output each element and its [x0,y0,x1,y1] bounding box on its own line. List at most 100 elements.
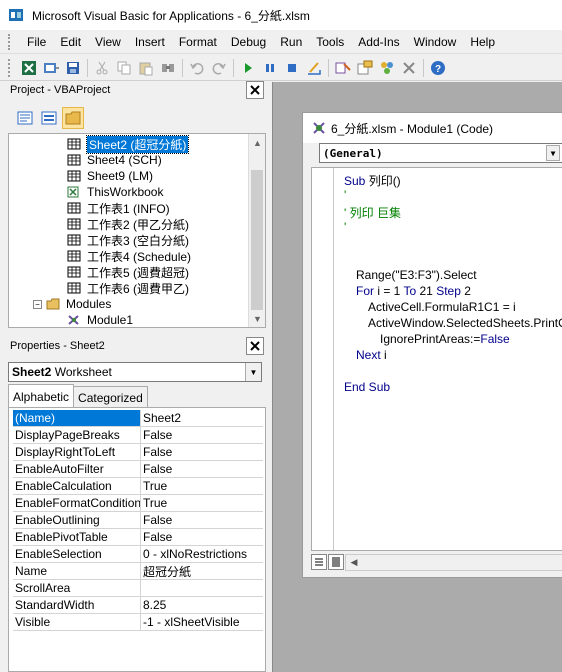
toolbox-icon[interactable] [398,57,420,79]
property-row[interactable]: EnableCalculation True [13,478,263,495]
property-value[interactable]: True [141,478,263,494]
menu-file[interactable]: File [20,35,53,49]
scroll-thumb[interactable] [251,170,263,310]
property-row[interactable]: DisplayPageBreaks False [13,427,263,444]
property-row[interactable]: EnableOutlining False [13,512,263,529]
procedure-view-button[interactable] [311,554,327,570]
property-row[interactable]: (Name) Sheet2 [13,410,263,427]
tree-item[interactable]: 工作表3 (空白分紙) [67,232,189,248]
break-icon[interactable] [259,57,281,79]
menu-edit[interactable]: Edit [53,35,88,49]
collapse-toggle-icon[interactable]: − [33,299,42,309]
property-value[interactable]: True [141,495,263,511]
redo-icon[interactable] [208,57,230,79]
tree-item[interactable]: 工作表6 (週費甲乙) [67,280,189,296]
code-line[interactable]: ActiveCell.FormulaR1C1 = i [368,300,516,314]
insert-module-icon[interactable] [40,57,62,79]
code-line[interactable]: ' [344,188,346,202]
property-value[interactable]: 超冠分紙 [141,563,263,579]
project-panel-close-button[interactable] [246,81,264,99]
reset-icon[interactable] [281,57,303,79]
undo-icon[interactable] [186,57,208,79]
tree-item[interactable]: − Modules [33,296,111,312]
code-line[interactable]: For i = 1 To 21 Step 2 [356,284,471,298]
menu-run[interactable]: Run [273,35,309,49]
toolbar-grip[interactable] [8,58,14,77]
scroll-down-icon[interactable]: ▼ [249,310,265,327]
menu-view[interactable]: View [88,35,128,49]
menu-insert[interactable]: Insert [128,35,172,49]
find-icon[interactable] [157,57,179,79]
full-module-view-button[interactable] [328,554,344,570]
project-tree-scrollbar[interactable]: ▲ ▼ [248,134,265,327]
view-object-button[interactable] [38,107,60,129]
code-margin[interactable] [312,168,334,550]
help-icon[interactable]: ? [427,57,449,79]
property-value[interactable]: False [141,512,263,528]
menu-tools[interactable]: Tools [309,35,351,49]
tree-item[interactable]: Module1 [67,312,133,327]
code-line[interactable]: Range("E3:F3").Select [356,268,477,282]
run-icon[interactable] [237,57,259,79]
code-line[interactable]: ' [344,220,346,234]
tree-item[interactable]: 工作表2 (甲乙分紙) [67,216,189,232]
properties-icon[interactable] [354,57,376,79]
view-code-button[interactable] [14,107,36,129]
property-value[interactable]: 0 - xlNoRestrictions [141,546,263,562]
property-row[interactable]: EnableAutoFilter False [13,461,263,478]
tree-item[interactable]: 工作表1 (INFO) [67,200,170,216]
save-icon[interactable] [62,57,84,79]
properties-panel-close-button[interactable] [246,337,264,355]
tree-item[interactable]: Sheet4 (SCH) [67,152,162,168]
property-value[interactable]: 8.25 [141,597,263,613]
tab-categorized[interactable]: Categorized [73,386,148,408]
property-row[interactable]: EnableFormatConditionsCalculationTrue [13,495,263,512]
code-horizontal-scrollbar[interactable]: ◀ [345,553,562,571]
property-row[interactable]: ScrollArea [13,580,263,597]
scroll-left-icon[interactable]: ◀ [346,555,362,570]
menu-debug[interactable]: Debug [224,35,273,49]
property-row[interactable]: EnablePivotTable False [13,529,263,546]
property-value[interactable]: False [141,461,263,477]
toggle-folders-button[interactable] [62,107,84,129]
code-editor[interactable]: Sub 列印() ' ' 列印 巨集 ' Range("E3:F3").Select Fo… [311,167,562,551]
menu-grip[interactable] [8,33,20,50]
copy-icon[interactable] [113,57,135,79]
excel-icon[interactable] [18,57,40,79]
tree-item[interactable]: Sheet2 (超冠分紙) [67,134,190,154]
property-value[interactable] [141,580,263,596]
menu-format[interactable]: Format [172,35,224,49]
paste-icon[interactable] [135,57,157,79]
code-line[interactable]: ' 列印 巨集 [344,204,401,221]
scroll-up-icon[interactable]: ▲ [249,134,265,151]
property-value[interactable]: -1 - xlSheetVisible [141,614,263,630]
object-browser-icon[interactable] [376,57,398,79]
property-row[interactable]: StandardWidth 8.25 [13,597,263,614]
object-selector-combo[interactable]: Sheet2 Worksheet ▼ [8,362,262,382]
property-value[interactable]: False [141,444,263,460]
code-line[interactable]: Sub 列印() [344,172,401,189]
design-mode-icon[interactable] [303,57,325,79]
chevron-down-icon[interactable]: ▼ [546,145,560,161]
property-value[interactable]: False [141,427,263,443]
menu-help[interactable]: Help [463,35,502,49]
property-row[interactable]: EnableSelection 0 - xlNoRestrictions [13,546,263,563]
chevron-down-icon[interactable]: ▼ [245,363,261,381]
code-window-titlebar[interactable]: 6_分紙.xlsm - Module1 (Code) [303,113,562,143]
tree-item[interactable]: 工作表4 (Schedule) [67,248,191,264]
property-value[interactable]: False [141,529,263,545]
code-line[interactable]: IgnorePrintAreas:=False [380,332,510,346]
object-combo[interactable]: (General) ▼ [319,143,562,163]
tab-alphabetic[interactable]: Alphabetic [8,384,75,408]
menu-window[interactable]: Window [407,35,464,49]
tree-item[interactable]: ThisWorkbook [67,184,163,200]
property-value[interactable]: Sheet2 [141,410,263,426]
project-explorer-icon[interactable] [332,57,354,79]
tree-item[interactable]: 工作表5 (週費超冠) [67,264,189,280]
code-line[interactable]: End Sub [344,380,390,394]
code-line[interactable]: Next i [356,348,387,362]
property-row[interactable]: Name 超冠分紙 [13,563,263,580]
property-row[interactable]: DisplayRightToLeft False [13,444,263,461]
cut-icon[interactable] [91,57,113,79]
code-line[interactable]: ActiveWindow.SelectedSheets.PrintOut [368,316,562,330]
